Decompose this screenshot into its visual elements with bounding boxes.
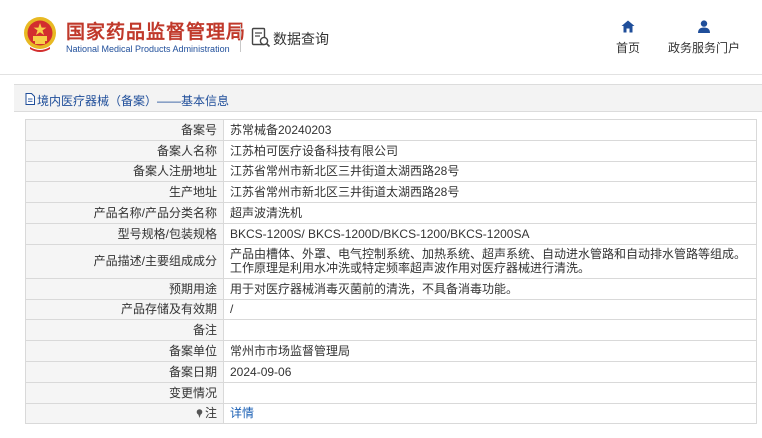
nav-service-portal[interactable]: 政务服务门户 bbox=[664, 20, 744, 56]
row-value: 2024-09-06 bbox=[223, 360, 757, 383]
row-value: / bbox=[223, 298, 757, 321]
row-label: 产品名称/产品分类名称 bbox=[25, 202, 224, 224]
brand-title-cn: 国家药品监督管理局 bbox=[66, 22, 247, 43]
breadcrumb-text: 境内医疗器械（备案）——基本信息 bbox=[37, 94, 230, 108]
row-value: 江苏柏可医疗设备科技有限公司 bbox=[223, 139, 757, 162]
table-row: 备案人注册地址 江苏省常州市新北区三井街道太湖西路28号 bbox=[25, 160, 757, 183]
row-value-cell: 详情 bbox=[223, 402, 757, 425]
row-value bbox=[223, 319, 757, 342]
breadcrumb: 境内医疗器械（备案）——基本信息 bbox=[14, 84, 762, 112]
record-detail-table: 备案号 苏常械备20240203 备案人名称 江苏柏可医疗设备科技有限公司 备案… bbox=[25, 119, 757, 425]
note-label-cell: 注 bbox=[25, 402, 224, 425]
table-row: 备案号 苏常械备20240203 bbox=[25, 119, 757, 141]
document-icon bbox=[25, 93, 35, 105]
row-label: 生产地址 bbox=[25, 181, 224, 204]
table-row: 产品名称/产品分类名称 超声波清洗机 bbox=[25, 202, 757, 224]
table-row: 备注 bbox=[25, 319, 757, 342]
row-label: 型号规格/包装规格 bbox=[25, 222, 224, 245]
table-row: 备案人名称 江苏柏可医疗设备科技有限公司 bbox=[25, 139, 757, 162]
national-emblem-icon bbox=[24, 17, 56, 52]
row-label: 备案单位 bbox=[25, 340, 224, 362]
site-header: 国家药品监督管理局 National Medical Products Admi… bbox=[0, 0, 762, 74]
row-value: 江苏省常州市新北区三井街道太湖西路28号 bbox=[223, 181, 757, 204]
row-value: 产品由槽体、外罩、电气控制系统、加热系统、超声系统、自动进水管路和自动排水管路等… bbox=[223, 243, 757, 279]
row-label: 备案人注册地址 bbox=[25, 160, 224, 183]
row-label: 备案人名称 bbox=[25, 139, 224, 162]
table-row: 备案单位 常州市市场监督管理局 bbox=[25, 340, 757, 362]
table-row: 注 详情 bbox=[25, 402, 757, 425]
pin-icon bbox=[196, 409, 203, 419]
table-row: 产品存储及有效期 / bbox=[25, 298, 757, 321]
table-row: 型号规格/包装规格 BKCS-1200S/ BKCS-1200D/BKCS-12… bbox=[25, 222, 757, 245]
row-label: 产品存储及有效期 bbox=[25, 298, 224, 321]
nav-portal-label: 政务服务门户 bbox=[667, 41, 740, 55]
row-label: 备案日期 bbox=[25, 360, 224, 383]
header-rule bbox=[0, 74, 762, 75]
row-label: 备注 bbox=[25, 319, 224, 342]
details-link[interactable]: 详情 bbox=[230, 406, 254, 420]
nav-home[interactable]: 首页 bbox=[612, 20, 644, 56]
row-label: 变更情况 bbox=[25, 381, 224, 404]
brand-title-en: National Medical Products Administration bbox=[66, 44, 230, 54]
table-row: 变更情况 bbox=[25, 381, 757, 404]
row-value: 江苏省常州市新北区三井街道太湖西路28号 bbox=[223, 160, 757, 183]
row-label: 备案号 bbox=[25, 119, 224, 141]
row-label: 预期用途 bbox=[25, 277, 224, 300]
row-value: 常州市市场监督管理局 bbox=[223, 340, 757, 362]
row-label: 注 bbox=[204, 406, 217, 421]
row-value: 苏常械备20240203 bbox=[223, 119, 757, 141]
row-value: BKCS-1200S/ BKCS-1200D/BKCS-1200/BKCS-12… bbox=[223, 222, 757, 245]
user-icon bbox=[698, 20, 710, 33]
data-query-icon bbox=[251, 27, 271, 48]
table-row: 产品描述/主要组成成分 产品由槽体、外罩、电气控制系统、加热系统、超声系统、自动… bbox=[25, 243, 757, 279]
nav-home-label: 首页 bbox=[615, 41, 640, 55]
table-row: 预期用途 用于对医疗器械消毒灭菌前的清洗，不具备消毒功能。 bbox=[25, 277, 757, 300]
row-value bbox=[223, 381, 757, 404]
home-icon bbox=[621, 20, 635, 33]
header-divider bbox=[240, 24, 241, 52]
table-row: 备案日期 2024-09-06 bbox=[25, 360, 757, 383]
row-value: 用于对医疗器械消毒灭菌前的清洗，不具备消毒功能。 bbox=[223, 277, 757, 300]
row-value: 超声波清洗机 bbox=[223, 202, 757, 224]
row-label: 产品描述/主要组成成分 bbox=[25, 243, 224, 279]
data-query-label[interactable]: 数据查询 bbox=[273, 29, 329, 49]
table-row: 生产地址 江苏省常州市新北区三井街道太湖西路28号 bbox=[25, 181, 757, 204]
